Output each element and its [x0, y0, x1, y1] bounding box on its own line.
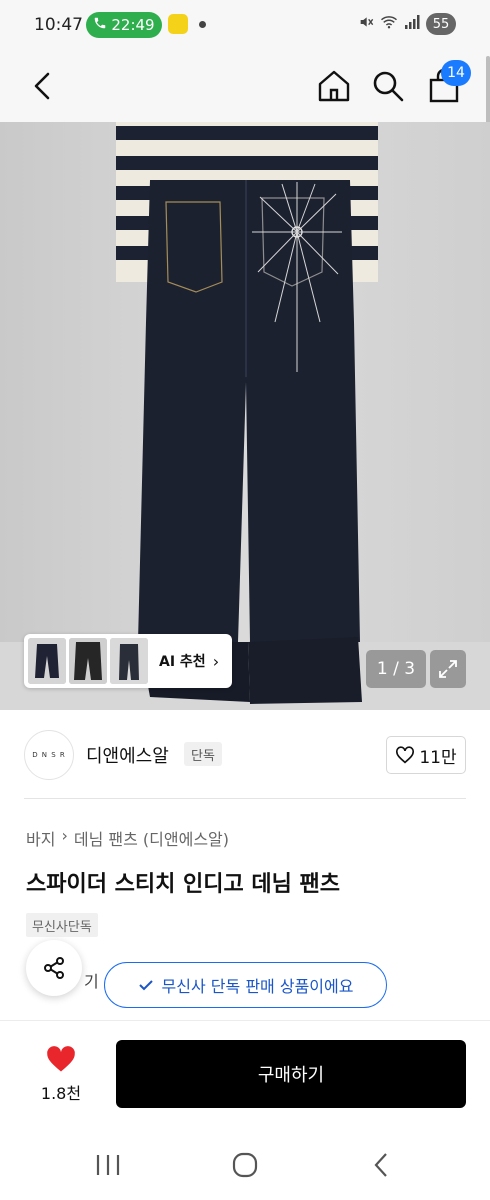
- wifi-icon: [380, 14, 398, 34]
- cart-count-badge: 14: [441, 60, 471, 86]
- ai-recommend-strip[interactable]: AI 추천 ›: [24, 634, 232, 688]
- share-button[interactable]: [26, 940, 82, 996]
- call-indicator[interactable]: 22:49: [86, 12, 162, 38]
- divider: [0, 1020, 490, 1021]
- status-bar: 10:47 22:49 55: [0, 0, 490, 52]
- brand-exclusive-badge: 단독: [184, 742, 222, 766]
- exclusive-tag: 무신사단독: [26, 913, 98, 937]
- exclusive-toast: 무신사 단독 판매 상품이에요: [104, 962, 387, 1008]
- status-icons: 55: [358, 13, 456, 35]
- search-button[interactable]: [368, 66, 408, 106]
- breadcrumb-subcategory[interactable]: 데님 팬츠 (디앤에스알): [74, 826, 229, 850]
- share-icon: [44, 957, 64, 979]
- home-icon: [318, 70, 350, 102]
- recent-apps-icon: [96, 1155, 120, 1175]
- breadcrumb: 바지 › 데님 팬츠 (디앤에스알): [26, 826, 229, 850]
- buy-button[interactable]: 구매하기: [116, 1040, 466, 1108]
- recommend-thumbnail[interactable]: [28, 638, 66, 684]
- system-back-button[interactable]: [368, 1150, 396, 1180]
- product-image[interactable]: [0, 122, 490, 710]
- expand-image-button[interactable]: [430, 650, 466, 688]
- mute-icon: [358, 14, 374, 34]
- wishlist-button[interactable]: [46, 1045, 76, 1073]
- ai-recommend-label[interactable]: AI 추천: [159, 651, 206, 671]
- signal-icon: [404, 14, 420, 34]
- top-nav-bar: [0, 52, 490, 122]
- back-button[interactable]: [26, 68, 62, 104]
- search-icon: [373, 71, 404, 102]
- home-circle-icon: [232, 1152, 258, 1178]
- phone-icon: [93, 16, 107, 34]
- check-icon: [138, 980, 153, 991]
- chevron-right-icon: ›: [212, 651, 220, 671]
- system-nav-bar: [0, 1130, 490, 1200]
- heart-outline-icon: [396, 746, 415, 764]
- brand-name[interactable]: 디앤에스알: [86, 742, 169, 768]
- back-arrow-icon: [374, 1153, 387, 1177]
- chevron-right-icon: ›: [61, 826, 68, 845]
- product-photo: [0, 122, 490, 710]
- partially-hidden-text: 기: [84, 972, 99, 991]
- recommend-thumbnail[interactable]: [69, 638, 107, 684]
- exclusive-toast-text: 무신사 단독 판매 상품이에요: [161, 977, 354, 996]
- brand-logo[interactable]: D N S R: [24, 730, 74, 780]
- more-notifications-icon: [199, 21, 206, 28]
- product-title: 스파이더 스티치 인디고 데님 팬츠: [26, 872, 340, 897]
- heart-filled-icon: [47, 1046, 75, 1072]
- recommend-thumbnail[interactable]: [110, 638, 148, 684]
- expand-icon: [439, 660, 457, 678]
- brand-like-count: 11만: [419, 747, 457, 768]
- status-time: 10:47: [34, 15, 83, 35]
- brand-like-button[interactable]: 11만: [386, 736, 466, 774]
- home-button[interactable]: [314, 66, 354, 106]
- chevron-left-icon: [34, 72, 50, 100]
- breadcrumb-category[interactable]: 바지: [26, 826, 55, 850]
- system-home-button[interactable]: [230, 1150, 260, 1180]
- app-notification-icon: [168, 14, 188, 34]
- wishlist-count: 1.8천: [40, 1084, 82, 1103]
- recent-apps-button[interactable]: [94, 1152, 122, 1178]
- call-time: 22:49: [111, 16, 155, 34]
- image-counter: 1 / 3: [366, 650, 426, 688]
- battery-indicator: 55: [426, 13, 456, 35]
- divider: [24, 798, 466, 799]
